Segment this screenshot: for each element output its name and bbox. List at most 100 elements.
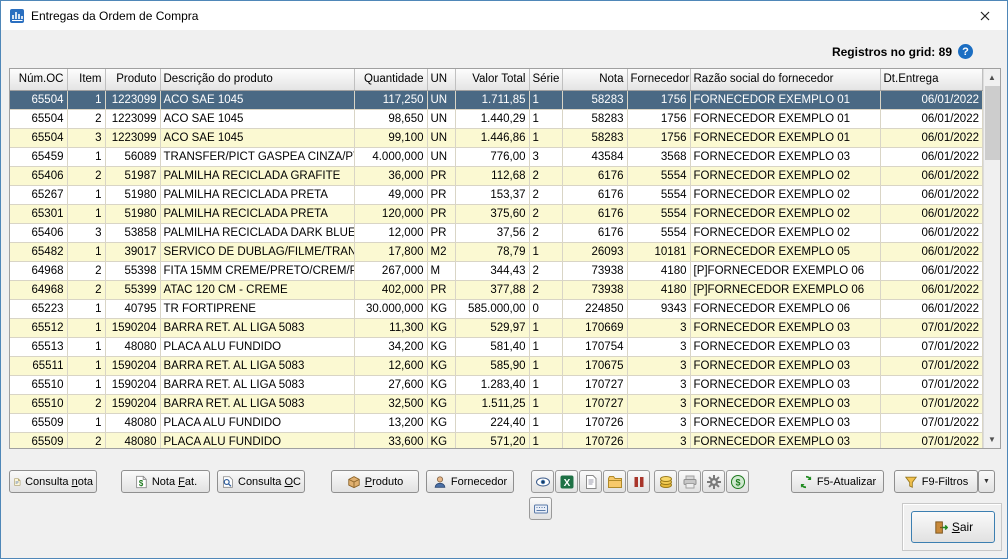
grid-cell[interactable]: 06/01/2022 xyxy=(880,128,983,147)
grid-cell[interactable]: 3 xyxy=(67,223,105,242)
grid-cell[interactable]: 5554 xyxy=(627,223,690,242)
grid-cell[interactable]: 1756 xyxy=(627,109,690,128)
grid-cell[interactable]: 1 xyxy=(67,413,105,432)
grid-cell[interactable]: 65301 xyxy=(10,204,67,223)
grid-cell[interactable]: 65406 xyxy=(10,223,67,242)
grid-cell[interactable]: 11,300 xyxy=(354,318,427,337)
grid-cell[interactable]: UN xyxy=(427,128,455,147)
f5-atualizar-button[interactable]: F5-Atualizar xyxy=(791,470,884,493)
grid-row[interactable]: 65459156089TRANSFER/PICT GASPEA CINZA/PT… xyxy=(10,147,983,166)
grid-cell[interactable]: 1 xyxy=(67,299,105,318)
grid-cell[interactable]: 06/01/2022 xyxy=(880,261,983,280)
grid-cell[interactable]: 65512 xyxy=(10,318,67,337)
report-button[interactable] xyxy=(579,470,602,493)
grid-cell[interactable]: FORNECEDOR EXEMPLO 05 xyxy=(690,242,880,261)
grid-cell[interactable]: 3 xyxy=(627,337,690,356)
grid-cell[interactable]: 1.283,40 xyxy=(455,375,529,394)
grid-cell[interactable]: 1223099 xyxy=(105,128,160,147)
column-header-8[interactable]: Nota xyxy=(562,69,627,90)
grid-row[interactable]: 65513148080PLACA ALU FUNDIDO34,200KG581,… xyxy=(10,337,983,356)
grid-cell[interactable]: 65513 xyxy=(10,337,67,356)
grid-cell[interactable]: 1.440,29 xyxy=(455,109,529,128)
grid-cell[interactable]: 4.000,000 xyxy=(354,147,427,166)
grid-cell[interactable]: 1 xyxy=(529,394,562,413)
vertical-scrollbar[interactable]: ▲ ▼ xyxy=(983,69,1000,448)
grid-cell[interactable]: PR xyxy=(427,166,455,185)
grid-cell[interactable]: 53858 xyxy=(105,223,160,242)
grid-cell[interactable]: 07/01/2022 xyxy=(880,432,983,449)
grid-cell[interactable]: 112,68 xyxy=(455,166,529,185)
grid-cell[interactable]: 3 xyxy=(627,356,690,375)
f9-filtros-dropdown-button[interactable]: ▼ xyxy=(978,470,995,493)
grid-row[interactable]: 6550431223099ACO SAE 104599,100UN1.446,8… xyxy=(10,128,983,147)
grid-cell[interactable]: 1 xyxy=(529,432,562,449)
grid-cell[interactable]: 99,100 xyxy=(354,128,427,147)
grid-cell[interactable]: 58283 xyxy=(562,90,627,109)
grid-cell[interactable]: 585.000,00 xyxy=(455,299,529,318)
excel-export-button[interactable]: X xyxy=(555,470,578,493)
grid-cell[interactable]: 1 xyxy=(67,147,105,166)
grid-cell[interactable]: 07/01/2022 xyxy=(880,375,983,394)
grid-cell[interactable]: FORNECEDOR EXEMPLO 03 xyxy=(690,413,880,432)
grid-cell[interactable]: 73938 xyxy=(562,280,627,299)
grid-cell[interactable]: 34,200 xyxy=(354,337,427,356)
grid-cell[interactable]: 65223 xyxy=(10,299,67,318)
grid-cell[interactable]: PALMILHA RECICLADA GRAFITE xyxy=(160,166,354,185)
grid-cell[interactable]: 1756 xyxy=(627,90,690,109)
grid-cell[interactable]: BARRA RET. AL LIGA 5083 xyxy=(160,318,354,337)
grid-row[interactable]: 64968255398FITA 15MM CREME/PRETO/CREM/PT… xyxy=(10,261,983,280)
grid-cell[interactable]: BARRA RET. AL LIGA 5083 xyxy=(160,356,354,375)
grid-cell[interactable]: 3568 xyxy=(627,147,690,166)
grid-cell[interactable]: 2 xyxy=(67,394,105,413)
grid-cell[interactable]: 1 xyxy=(529,90,562,109)
coins-button[interactable] xyxy=(654,470,677,493)
grid-cell[interactable]: 07/01/2022 xyxy=(880,394,983,413)
grid-cell[interactable]: 2 xyxy=(67,109,105,128)
consulta-nota-button[interactable]: Consulta nota xyxy=(9,470,97,493)
grid-cell[interactable]: 65459 xyxy=(10,147,67,166)
grid-row[interactable]: 64968255399ATAC 120 CM - CREME402,000PR3… xyxy=(10,280,983,299)
scrollbar-thumb[interactable] xyxy=(985,86,1000,160)
grid-cell[interactable]: 1 xyxy=(67,375,105,394)
grid-cell[interactable]: ACO SAE 1045 xyxy=(160,128,354,147)
grid-cell[interactable]: 2 xyxy=(529,185,562,204)
grid-cell[interactable]: 48080 xyxy=(105,337,160,356)
grid-cell[interactable]: 06/01/2022 xyxy=(880,185,983,204)
grid-cell[interactable]: 170675 xyxy=(562,356,627,375)
column-header-3[interactable]: Descrição do produto xyxy=(160,69,354,90)
grid-cell[interactable]: 529,97 xyxy=(455,318,529,337)
grid-cell[interactable]: PALMILHA RECICLADA PRETA xyxy=(160,204,354,223)
grid-cell[interactable]: 170726 xyxy=(562,432,627,449)
grid-cell[interactable]: 2 xyxy=(529,261,562,280)
grid-cell[interactable]: 43584 xyxy=(562,147,627,166)
grid-cell[interactable]: 56089 xyxy=(105,147,160,166)
grid-cell[interactable]: 1 xyxy=(67,356,105,375)
grid-cell[interactable]: UN xyxy=(427,109,455,128)
scroll-down-button[interactable]: ▼ xyxy=(984,431,1000,448)
grid-row[interactable]: 6551011590204BARRA RET. AL LIGA 508327,6… xyxy=(10,375,983,394)
grid-cell[interactable]: 1 xyxy=(529,318,562,337)
grid-cell[interactable]: 3 xyxy=(627,432,690,449)
grid-row[interactable]: 6551021590204BARRA RET. AL LIGA 508332,5… xyxy=(10,394,983,413)
grid-cell[interactable]: FORNECEDOR EXEMPLO 01 xyxy=(690,109,880,128)
grid-cell[interactable]: 2 xyxy=(529,204,562,223)
grid-cell[interactable]: ACO SAE 1045 xyxy=(160,90,354,109)
column-header-5[interactable]: UN xyxy=(427,69,455,90)
grid-cell[interactable]: 3 xyxy=(627,413,690,432)
grid-cell[interactable]: 2 xyxy=(529,280,562,299)
grid-cell[interactable]: 1590204 xyxy=(105,394,160,413)
grid-cell[interactable]: 48080 xyxy=(105,413,160,432)
grid-cell[interactable]: BARRA RET. AL LIGA 5083 xyxy=(160,375,354,394)
grid-cell[interactable]: 06/01/2022 xyxy=(880,166,983,185)
grid-cell[interactable]: 1223099 xyxy=(105,90,160,109)
grid-cell[interactable]: FITA 15MM CREME/PRETO/CREM/PTO xyxy=(160,261,354,280)
grid-cell[interactable]: 51980 xyxy=(105,185,160,204)
column-header-4[interactable]: Quantidade xyxy=(354,69,427,90)
grid-cell[interactable]: 32,500 xyxy=(354,394,427,413)
grid-cell[interactable]: 48080 xyxy=(105,432,160,449)
grid-cell[interactable]: UN xyxy=(427,147,455,166)
grid-cell[interactable]: 65504 xyxy=(10,128,67,147)
grid-cell[interactable]: PLACA ALU FUNDIDO xyxy=(160,432,354,449)
grid-row[interactable]: 65223140795TR FORTIPRENE30.000,000KG585.… xyxy=(10,299,983,318)
grid-cell[interactable]: 58283 xyxy=(562,128,627,147)
